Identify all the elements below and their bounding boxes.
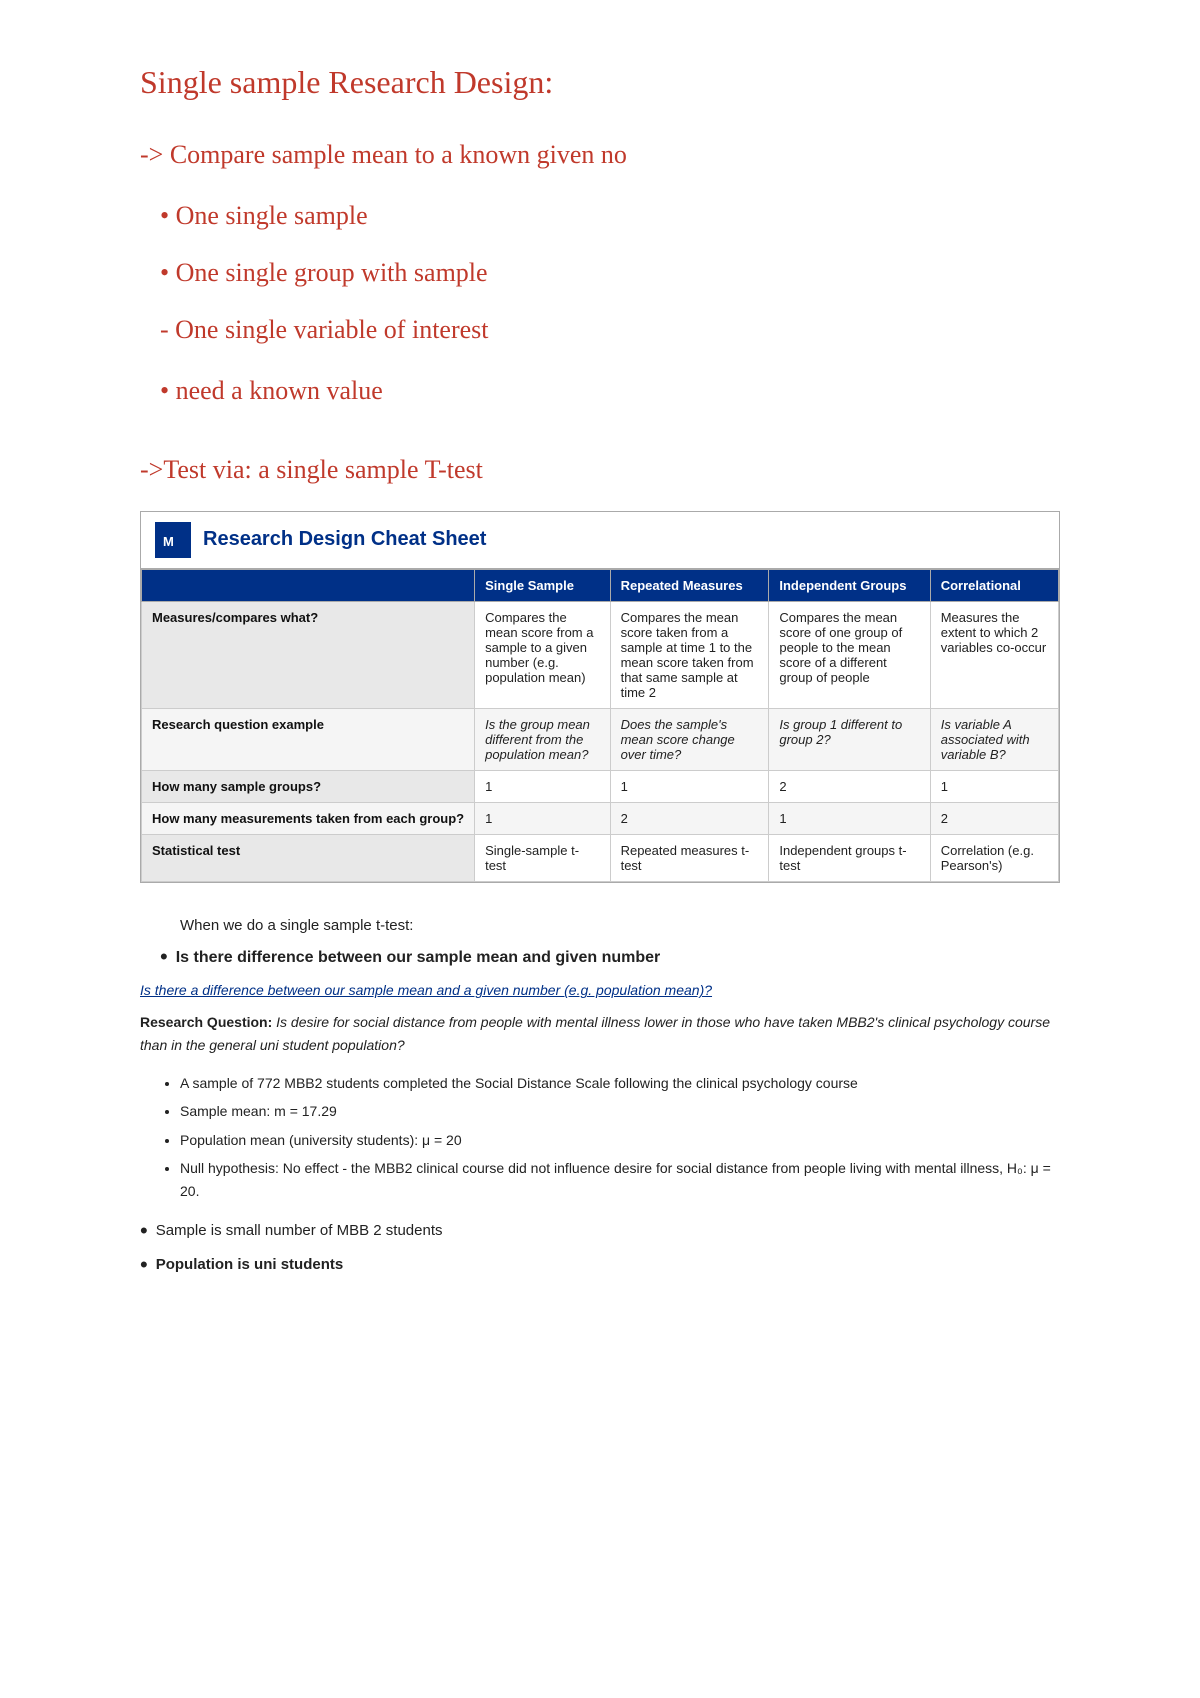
- typed-section: When we do a single sample t-test: Is th…: [140, 913, 1060, 1279]
- bottom-bullet-2: Population is uni students: [140, 1252, 1060, 1278]
- col-header-single: Single Sample: [475, 569, 610, 601]
- list-item: Sample mean: m = 17.29: [180, 1100, 1060, 1122]
- cell-3-repeated: 1: [610, 770, 769, 802]
- research-question-label: Research Question:: [140, 1014, 272, 1030]
- line-4: - One single variable of interest: [160, 310, 1060, 349]
- row-label-3: How many sample groups?: [142, 770, 475, 802]
- list-item: A sample of 772 MBB2 students completed …: [180, 1072, 1060, 1094]
- cell-2-single: Is the group mean different from the pop…: [475, 708, 610, 770]
- cheat-sheet-title: Research Design Cheat Sheet: [203, 528, 486, 551]
- research-table: Single Sample Repeated Measures Independ…: [141, 569, 1059, 882]
- col-header-repeated: Repeated Measures: [610, 569, 769, 601]
- italic-question: Is there a difference between our sample…: [140, 979, 1060, 1003]
- cell-1-independent: Compares the mean score of one group of …: [769, 601, 930, 708]
- cell-5-correlational: Correlation (e.g. Pearson's): [930, 834, 1058, 881]
- cell-1-repeated: Compares the mean score taken from a sam…: [610, 601, 769, 708]
- row-label-5: Statistical test: [142, 834, 475, 881]
- table-row: How many sample groups? 1 1 2 1: [142, 770, 1059, 802]
- col-header-correlational: Correlational: [930, 569, 1058, 601]
- table-row: Statistical test Single-sample t-test Re…: [142, 834, 1059, 881]
- bullet-bold-item: Is there difference between our sample m…: [160, 944, 1060, 971]
- cell-2-correlational: Is variable A associated with variable B…: [930, 708, 1058, 770]
- test-line: ->Test via: a single sample T-test: [140, 450, 1060, 489]
- cell-5-repeated: Repeated measures t-test: [610, 834, 769, 881]
- table-row: Measures/compares what? Compares the mea…: [142, 601, 1059, 708]
- research-question-text: Is desire for social distance from peopl…: [140, 1014, 1050, 1052]
- bottom-bullet-text-2: Population is uni students: [156, 1252, 344, 1278]
- research-question: Research Question: Is desire for social …: [140, 1011, 1060, 1056]
- handwritten-title: Single sample Research Design:: [140, 60, 1060, 105]
- line-1: -> Compare sample mean to a known given …: [140, 135, 1060, 174]
- cheat-sheet-container: M Research Design Cheat Sheet Single Sam…: [140, 511, 1060, 883]
- cell-4-independent: 1: [769, 802, 930, 834]
- cell-2-repeated: Does the sample's mean score change over…: [610, 708, 769, 770]
- bottom-bullet-text-1: Sample is small number of MBB 2 students: [156, 1218, 443, 1244]
- table-row: Research question example Is the group m…: [142, 708, 1059, 770]
- cell-3-independent: 2: [769, 770, 930, 802]
- university-logo: M: [155, 522, 191, 558]
- cell-4-single: 1: [475, 802, 610, 834]
- bullet-list: A sample of 772 MBB2 students completed …: [180, 1072, 1060, 1202]
- list-item: Population mean (university students): μ…: [180, 1129, 1060, 1151]
- table-row: How many measurements taken from each gr…: [142, 802, 1059, 834]
- cell-1-correlational: Measures the extent to which 2 variables…: [930, 601, 1058, 708]
- cell-3-single: 1: [475, 770, 610, 802]
- cell-1-single: Compares the mean score from a sample to…: [475, 601, 610, 708]
- svg-text:M: M: [163, 534, 174, 549]
- bullet-bold-text: Is there difference between our sample m…: [176, 944, 661, 971]
- list-item: Null hypothesis: No effect - the MBB2 cl…: [180, 1157, 1060, 1202]
- cell-4-repeated: 2: [610, 802, 769, 834]
- row-label-1: Measures/compares what?: [142, 601, 475, 708]
- line-3: • One single group with sample: [160, 253, 1060, 292]
- cell-5-independent: Independent groups t-test: [769, 834, 930, 881]
- cell-3-correlational: 1: [930, 770, 1058, 802]
- bottom-bullet-1: Sample is small number of MBB 2 students: [140, 1218, 1060, 1244]
- row-label-4: How many measurements taken from each gr…: [142, 802, 475, 834]
- col-header-empty: [142, 569, 475, 601]
- line-2: • One single sample: [160, 196, 1060, 235]
- row-label-2: Research question example: [142, 708, 475, 770]
- bottom-bullets: Sample is small number of MBB 2 students…: [140, 1218, 1060, 1279]
- cell-2-independent: Is group 1 different to group 2?: [769, 708, 930, 770]
- when-line: When we do a single sample t-test:: [180, 913, 1060, 939]
- col-header-independent: Independent Groups: [769, 569, 930, 601]
- cell-4-correlational: 2: [930, 802, 1058, 834]
- cell-5-single: Single-sample t-test: [475, 834, 610, 881]
- cheat-sheet-header: M Research Design Cheat Sheet: [141, 512, 1059, 569]
- line-5: • need a known value: [160, 371, 1060, 410]
